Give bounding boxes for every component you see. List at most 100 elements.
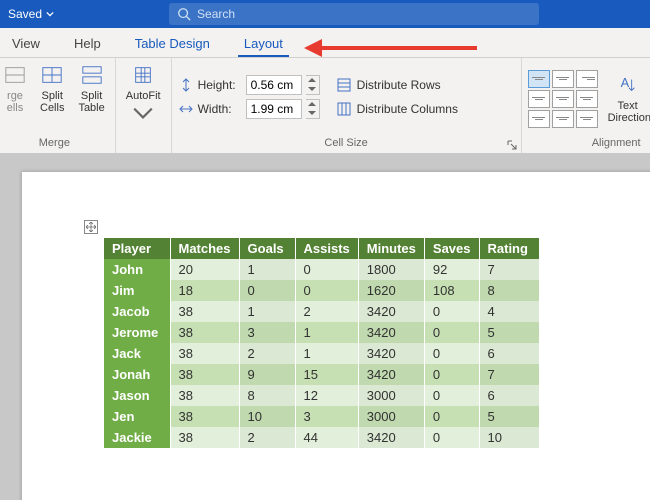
table-row[interactable]: Jerome3831342005 bbox=[104, 322, 539, 343]
value-cell[interactable]: 0 bbox=[295, 280, 358, 301]
value-cell[interactable]: 1800 bbox=[358, 259, 424, 280]
value-cell[interactable]: 5 bbox=[479, 322, 539, 343]
tab-help[interactable]: Help bbox=[68, 31, 107, 57]
table-row[interactable]: Jackie382443420010 bbox=[104, 427, 539, 448]
height-input[interactable] bbox=[246, 75, 302, 95]
player-cell[interactable]: Jim bbox=[104, 280, 170, 301]
player-cell[interactable]: Jacob bbox=[104, 301, 170, 322]
value-cell[interactable]: 9 bbox=[239, 364, 295, 385]
player-cell[interactable]: Jen bbox=[104, 406, 170, 427]
align-middle-center[interactable] bbox=[552, 90, 574, 108]
value-cell[interactable]: 0 bbox=[424, 301, 479, 322]
saved-status[interactable]: Saved bbox=[8, 7, 54, 21]
table-move-handle[interactable] bbox=[84, 220, 98, 234]
value-cell[interactable]: 10 bbox=[479, 427, 539, 448]
value-cell[interactable]: 3 bbox=[239, 322, 295, 343]
value-cell[interactable]: 6 bbox=[479, 343, 539, 364]
align-middle-right[interactable] bbox=[576, 90, 598, 108]
value-cell[interactable]: 0 bbox=[424, 385, 479, 406]
value-cell[interactable]: 38 bbox=[170, 406, 239, 427]
value-cell[interactable]: 4 bbox=[479, 301, 539, 322]
value-cell[interactable]: 38 bbox=[170, 427, 239, 448]
align-top-right[interactable] bbox=[576, 70, 598, 88]
value-cell[interactable]: 0 bbox=[424, 427, 479, 448]
distribute-columns-button[interactable]: Distribute Columns bbox=[336, 99, 458, 119]
value-cell[interactable]: 38 bbox=[170, 322, 239, 343]
height-spinner[interactable] bbox=[306, 75, 320, 95]
tab-table-design[interactable]: Table Design bbox=[129, 31, 216, 57]
dialog-launcher-icon[interactable] bbox=[507, 140, 517, 150]
text-direction-button[interactable]: A Text Direction bbox=[604, 72, 650, 126]
page[interactable]: PlayerMatchesGoalsAssistsMinutesSavesRat… bbox=[22, 172, 650, 500]
align-bottom-right[interactable] bbox=[576, 110, 598, 128]
align-top-center[interactable] bbox=[552, 70, 574, 88]
align-top-left[interactable] bbox=[528, 70, 550, 88]
value-cell[interactable]: 8 bbox=[239, 385, 295, 406]
col-assists[interactable]: Assists bbox=[295, 238, 358, 259]
value-cell[interactable]: 38 bbox=[170, 364, 239, 385]
split-table-button[interactable]: Split Table bbox=[74, 62, 108, 116]
value-cell[interactable]: 1 bbox=[295, 322, 358, 343]
value-cell[interactable]: 12 bbox=[295, 385, 358, 406]
value-cell[interactable]: 1 bbox=[239, 259, 295, 280]
value-cell[interactable]: 3420 bbox=[358, 364, 424, 385]
player-cell[interactable]: Jerome bbox=[104, 322, 170, 343]
value-cell[interactable]: 18 bbox=[170, 280, 239, 301]
value-cell[interactable]: 7 bbox=[479, 364, 539, 385]
autofit-button[interactable]: AutoFit bbox=[122, 62, 165, 129]
merge-cells-button[interactable]: rgeells bbox=[0, 62, 30, 116]
value-cell[interactable]: 3420 bbox=[358, 322, 424, 343]
data-table[interactable]: PlayerMatchesGoalsAssistsMinutesSavesRat… bbox=[104, 238, 540, 448]
col-minutes[interactable]: Minutes bbox=[358, 238, 424, 259]
value-cell[interactable]: 1 bbox=[295, 343, 358, 364]
width-input[interactable] bbox=[246, 99, 302, 119]
value-cell[interactable]: 3420 bbox=[358, 343, 424, 364]
table-row[interactable]: John20101800927 bbox=[104, 259, 539, 280]
tab-view[interactable]: View bbox=[6, 31, 46, 57]
value-cell[interactable]: 108 bbox=[424, 280, 479, 301]
value-cell[interactable]: 38 bbox=[170, 385, 239, 406]
value-cell[interactable]: 38 bbox=[170, 343, 239, 364]
value-cell[interactable]: 10 bbox=[239, 406, 295, 427]
split-cells-button[interactable]: Split Cells bbox=[36, 62, 68, 116]
table-row[interactable]: Jason38812300006 bbox=[104, 385, 539, 406]
value-cell[interactable]: 2 bbox=[295, 301, 358, 322]
tab-layout[interactable]: Layout bbox=[238, 31, 289, 57]
value-cell[interactable]: 0 bbox=[424, 322, 479, 343]
value-cell[interactable]: 0 bbox=[424, 406, 479, 427]
value-cell[interactable]: 8 bbox=[479, 280, 539, 301]
col-rating[interactable]: Rating bbox=[479, 238, 539, 259]
value-cell[interactable]: 7 bbox=[479, 259, 539, 280]
value-cell[interactable]: 6 bbox=[479, 385, 539, 406]
value-cell[interactable]: 3000 bbox=[358, 406, 424, 427]
search-input[interactable] bbox=[197, 7, 531, 21]
player-cell[interactable]: Jonah bbox=[104, 364, 170, 385]
table-row[interactable]: Jonah38915342007 bbox=[104, 364, 539, 385]
value-cell[interactable]: 92 bbox=[424, 259, 479, 280]
table-row[interactable]: Jen38103300005 bbox=[104, 406, 539, 427]
table-row[interactable]: Jim180016201088 bbox=[104, 280, 539, 301]
col-saves[interactable]: Saves bbox=[424, 238, 479, 259]
player-cell[interactable]: John bbox=[104, 259, 170, 280]
col-goals[interactable]: Goals bbox=[239, 238, 295, 259]
player-cell[interactable]: Jackie bbox=[104, 427, 170, 448]
value-cell[interactable]: 0 bbox=[239, 280, 295, 301]
value-cell[interactable]: 1620 bbox=[358, 280, 424, 301]
value-cell[interactable]: 0 bbox=[295, 259, 358, 280]
value-cell[interactable]: 3000 bbox=[358, 385, 424, 406]
table-row[interactable]: Jack3821342006 bbox=[104, 343, 539, 364]
col-matches[interactable]: Matches bbox=[170, 238, 239, 259]
value-cell[interactable]: 2 bbox=[239, 427, 295, 448]
value-cell[interactable]: 15 bbox=[295, 364, 358, 385]
player-cell[interactable]: Jack bbox=[104, 343, 170, 364]
value-cell[interactable]: 2 bbox=[239, 343, 295, 364]
value-cell[interactable]: 5 bbox=[479, 406, 539, 427]
table-header-row[interactable]: PlayerMatchesGoalsAssistsMinutesSavesRat… bbox=[104, 238, 539, 259]
search-box[interactable] bbox=[169, 3, 539, 25]
value-cell[interactable]: 3 bbox=[295, 406, 358, 427]
value-cell[interactable]: 38 bbox=[170, 301, 239, 322]
align-middle-left[interactable] bbox=[528, 90, 550, 108]
distribute-rows-button[interactable]: Distribute Rows bbox=[336, 75, 458, 95]
value-cell[interactable]: 3420 bbox=[358, 301, 424, 322]
table-row[interactable]: Jacob3812342004 bbox=[104, 301, 539, 322]
